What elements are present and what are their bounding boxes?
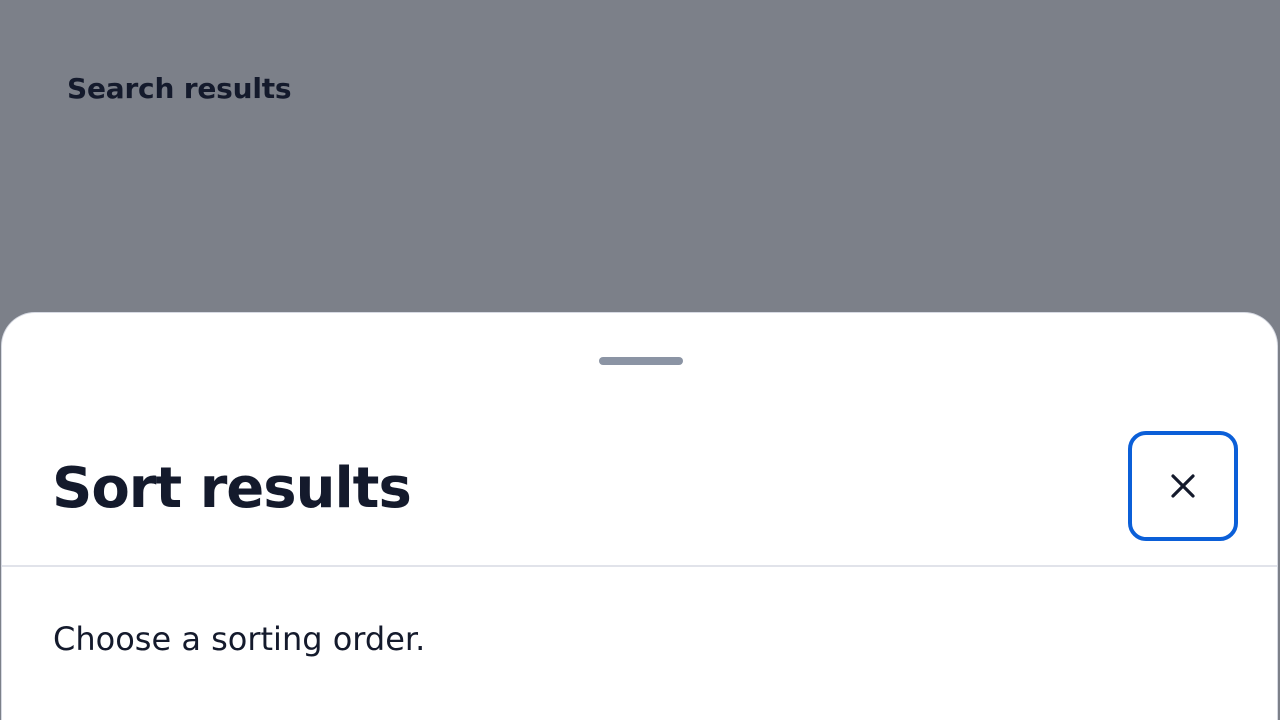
drag-handle[interactable] <box>599 357 683 365</box>
sheet-header: Sort results <box>2 413 1277 567</box>
sort-results-sheet: Sort results Choose a sorting order. <box>1 312 1278 720</box>
close-button[interactable] <box>1128 431 1238 541</box>
close-icon <box>1170 473 1196 499</box>
sort-description: Choose a sorting order. <box>53 620 426 658</box>
page-title: Search results <box>67 72 292 105</box>
sheet-title: Sort results <box>52 456 412 521</box>
